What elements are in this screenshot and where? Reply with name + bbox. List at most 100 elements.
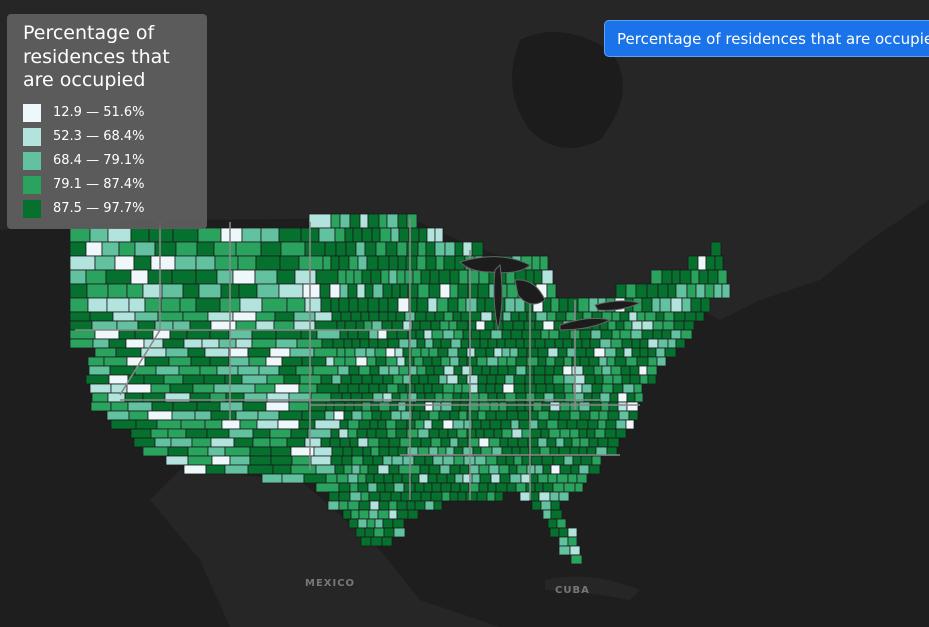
county-cell[interactable] bbox=[324, 410, 335, 421]
county-cell[interactable] bbox=[517, 437, 529, 448]
county-cell[interactable] bbox=[594, 374, 604, 385]
county-cell[interactable] bbox=[630, 329, 643, 340]
county-cell[interactable] bbox=[684, 311, 697, 322]
county-cell[interactable] bbox=[478, 482, 489, 493]
county-cell[interactable] bbox=[358, 500, 371, 511]
county-cell[interactable] bbox=[458, 269, 469, 285]
county-cell[interactable] bbox=[369, 365, 380, 376]
county-cell[interactable] bbox=[239, 297, 263, 313]
county-cell[interactable] bbox=[220, 227, 243, 243]
county-cell[interactable] bbox=[529, 419, 539, 430]
county-cell[interactable] bbox=[549, 527, 560, 538]
county-cell[interactable] bbox=[142, 446, 169, 457]
county-cell[interactable] bbox=[290, 464, 317, 475]
county-cell[interactable] bbox=[516, 401, 526, 412]
county-cell[interactable] bbox=[487, 338, 498, 349]
county-cell[interactable] bbox=[469, 311, 482, 322]
county-cell[interactable] bbox=[216, 365, 239, 376]
county-cell[interactable] bbox=[379, 227, 392, 243]
county-cell[interactable] bbox=[579, 356, 590, 367]
county-cell[interactable] bbox=[347, 500, 360, 511]
county-cell[interactable] bbox=[418, 473, 429, 484]
county-cell[interactable] bbox=[115, 347, 142, 358]
county-cell[interactable] bbox=[406, 428, 419, 439]
county-cell[interactable] bbox=[541, 455, 554, 466]
county-cell[interactable] bbox=[667, 338, 677, 349]
county-cell[interactable] bbox=[477, 374, 488, 385]
county-cell[interactable] bbox=[417, 283, 430, 299]
county-cell[interactable] bbox=[652, 329, 663, 340]
county-cell[interactable] bbox=[449, 356, 460, 367]
county-cell[interactable] bbox=[385, 241, 398, 257]
county-cell[interactable] bbox=[647, 374, 657, 385]
county-cell[interactable] bbox=[446, 473, 456, 484]
county-cell[interactable] bbox=[261, 473, 283, 484]
county-cell[interactable] bbox=[476, 491, 488, 502]
county-cell[interactable] bbox=[430, 320, 441, 331]
county-cell[interactable] bbox=[452, 419, 465, 430]
county-cell[interactable] bbox=[357, 329, 370, 340]
county-cell[interactable] bbox=[276, 269, 296, 285]
county-cell[interactable] bbox=[156, 419, 182, 430]
county-cell[interactable] bbox=[362, 446, 372, 457]
county-cell[interactable] bbox=[130, 269, 149, 285]
county-cell[interactable] bbox=[510, 311, 520, 322]
county-cell[interactable] bbox=[378, 311, 389, 322]
county-cell[interactable] bbox=[348, 255, 359, 271]
county-cell[interactable] bbox=[563, 437, 573, 448]
county-cell[interactable] bbox=[437, 347, 449, 358]
county-cell[interactable] bbox=[399, 437, 411, 448]
county-cell[interactable] bbox=[241, 374, 268, 385]
county-cell[interactable] bbox=[661, 269, 673, 285]
county-cell[interactable] bbox=[318, 227, 336, 243]
county-cell[interactable] bbox=[320, 374, 333, 385]
county-cell[interactable] bbox=[481, 365, 491, 376]
county-cell[interactable] bbox=[372, 283, 384, 299]
county-cell[interactable] bbox=[546, 283, 557, 299]
county-cell[interactable] bbox=[548, 428, 561, 439]
county-cell[interactable] bbox=[357, 473, 367, 484]
county-cell[interactable] bbox=[195, 255, 216, 271]
county-cell[interactable] bbox=[447, 347, 459, 358]
county-cell[interactable] bbox=[563, 374, 576, 385]
county-cell[interactable] bbox=[337, 365, 350, 376]
county-cell[interactable] bbox=[384, 482, 395, 493]
county-cell[interactable] bbox=[413, 455, 426, 466]
county-cell[interactable] bbox=[544, 374, 554, 385]
county-cell[interactable] bbox=[578, 401, 591, 412]
county-cell[interactable] bbox=[313, 446, 333, 457]
county-cell[interactable] bbox=[379, 491, 392, 502]
county-cell[interactable] bbox=[106, 297, 130, 313]
county-cell[interactable] bbox=[599, 392, 611, 403]
county-cell[interactable] bbox=[626, 392, 636, 403]
county-cell[interactable] bbox=[286, 297, 306, 313]
county-cell[interactable] bbox=[570, 554, 583, 565]
county-cell[interactable] bbox=[378, 383, 388, 394]
county-cell[interactable] bbox=[520, 473, 531, 484]
county-cell[interactable] bbox=[427, 297, 438, 313]
county-cell[interactable] bbox=[721, 283, 731, 299]
county-cell[interactable] bbox=[325, 473, 338, 484]
county-cell[interactable] bbox=[196, 241, 215, 257]
county-cell[interactable] bbox=[515, 482, 527, 493]
county-cell[interactable] bbox=[414, 482, 425, 493]
county-cell[interactable] bbox=[431, 329, 444, 340]
county-cell[interactable] bbox=[368, 311, 380, 322]
county-cell[interactable] bbox=[165, 455, 189, 466]
county-cell[interactable] bbox=[385, 347, 396, 358]
county-cell[interactable] bbox=[436, 473, 448, 484]
county-cell[interactable] bbox=[69, 338, 94, 349]
county-cell[interactable] bbox=[565, 311, 576, 322]
county-cell[interactable] bbox=[476, 356, 488, 367]
county-cell[interactable] bbox=[238, 283, 258, 299]
county-cell[interactable] bbox=[178, 365, 201, 376]
county-cell[interactable] bbox=[134, 329, 154, 340]
county-cell[interactable] bbox=[133, 437, 156, 448]
county-cell[interactable] bbox=[662, 320, 675, 331]
county-cell[interactable] bbox=[607, 437, 620, 448]
county-cell[interactable] bbox=[415, 329, 425, 340]
county-cell[interactable] bbox=[210, 410, 237, 421]
county-cell[interactable] bbox=[587, 419, 599, 430]
county-cell[interactable] bbox=[639, 347, 649, 358]
county-cell[interactable] bbox=[375, 356, 387, 367]
